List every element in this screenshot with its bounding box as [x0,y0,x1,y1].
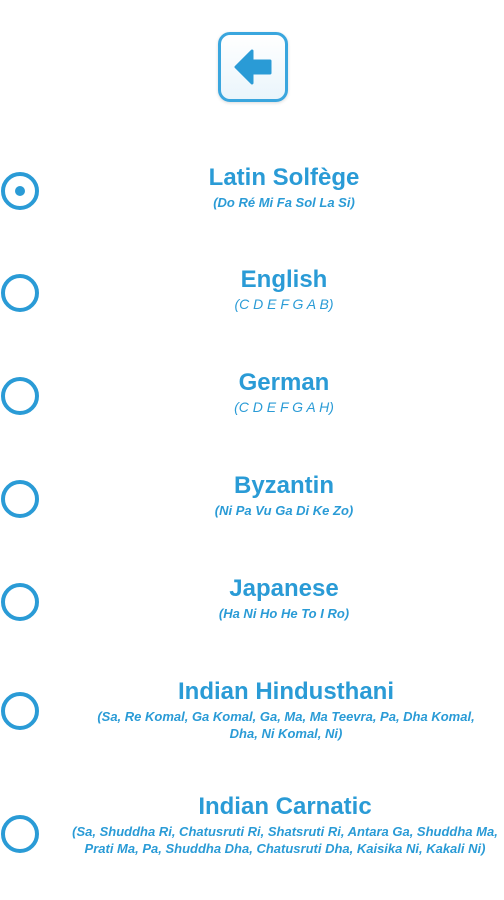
option-notes: (C D E F G A H) [234,399,334,415]
option-text[interactable]: English (C D E F G A B) [70,266,498,313]
radio-button[interactable] [1,583,39,621]
option-text[interactable]: Japanese (Ha Ni Ho He To I Ro) [70,575,498,622]
radio-button-selected[interactable] [1,172,39,210]
radio-button[interactable] [1,274,39,312]
radio-button[interactable] [1,692,39,730]
option-notes: (Do Ré Mi Fa Sol La Si) [213,195,355,210]
option-notes: (Sa, Re Komal, Ga Komal, Ga, Ma, Ma Teev… [97,709,475,741]
option-title: Japanese [229,575,339,602]
arrow-left-icon [234,49,272,85]
option-notes: (Sa, Shuddha Ri, Chatusruti Ri, Shatsrut… [72,824,498,856]
option-title: Indian Carnatic [198,793,372,820]
option-notes: (Ni Pa Vu Ga Di Ke Zo) [214,503,354,518]
option-title: Latin Solfège [208,164,360,191]
radio-button[interactable] [1,377,39,415]
option-text[interactable]: Byzantin (Ni Pa Vu Ga Di Ke Zo) [70,472,498,519]
option-text[interactable]: Indian Hindusthani (Sa, Re Komal, Ga Kom… [86,678,486,742]
radio-button[interactable] [1,815,39,853]
option-notes: (Ha Ni Ho He To I Ro) [218,606,350,621]
option-text[interactable]: Indian Carnatic (Sa, Shuddha Ri, Chatusr… [72,793,498,857]
option-title: Indian Hindusthani [178,678,394,705]
back-button[interactable] [218,32,288,102]
option-title: Byzantin [233,472,334,499]
option-text[interactable]: Latin Solfège (Do Ré Mi Fa Sol La Si) [70,164,498,211]
radio-dot [15,186,25,196]
radio-button[interactable] [1,480,39,518]
option-title: English [240,266,328,293]
option-text[interactable]: German (C D E F G A H) [70,369,498,416]
option-notes: (C D E F G A B) [234,296,334,312]
option-title: German [238,369,330,396]
